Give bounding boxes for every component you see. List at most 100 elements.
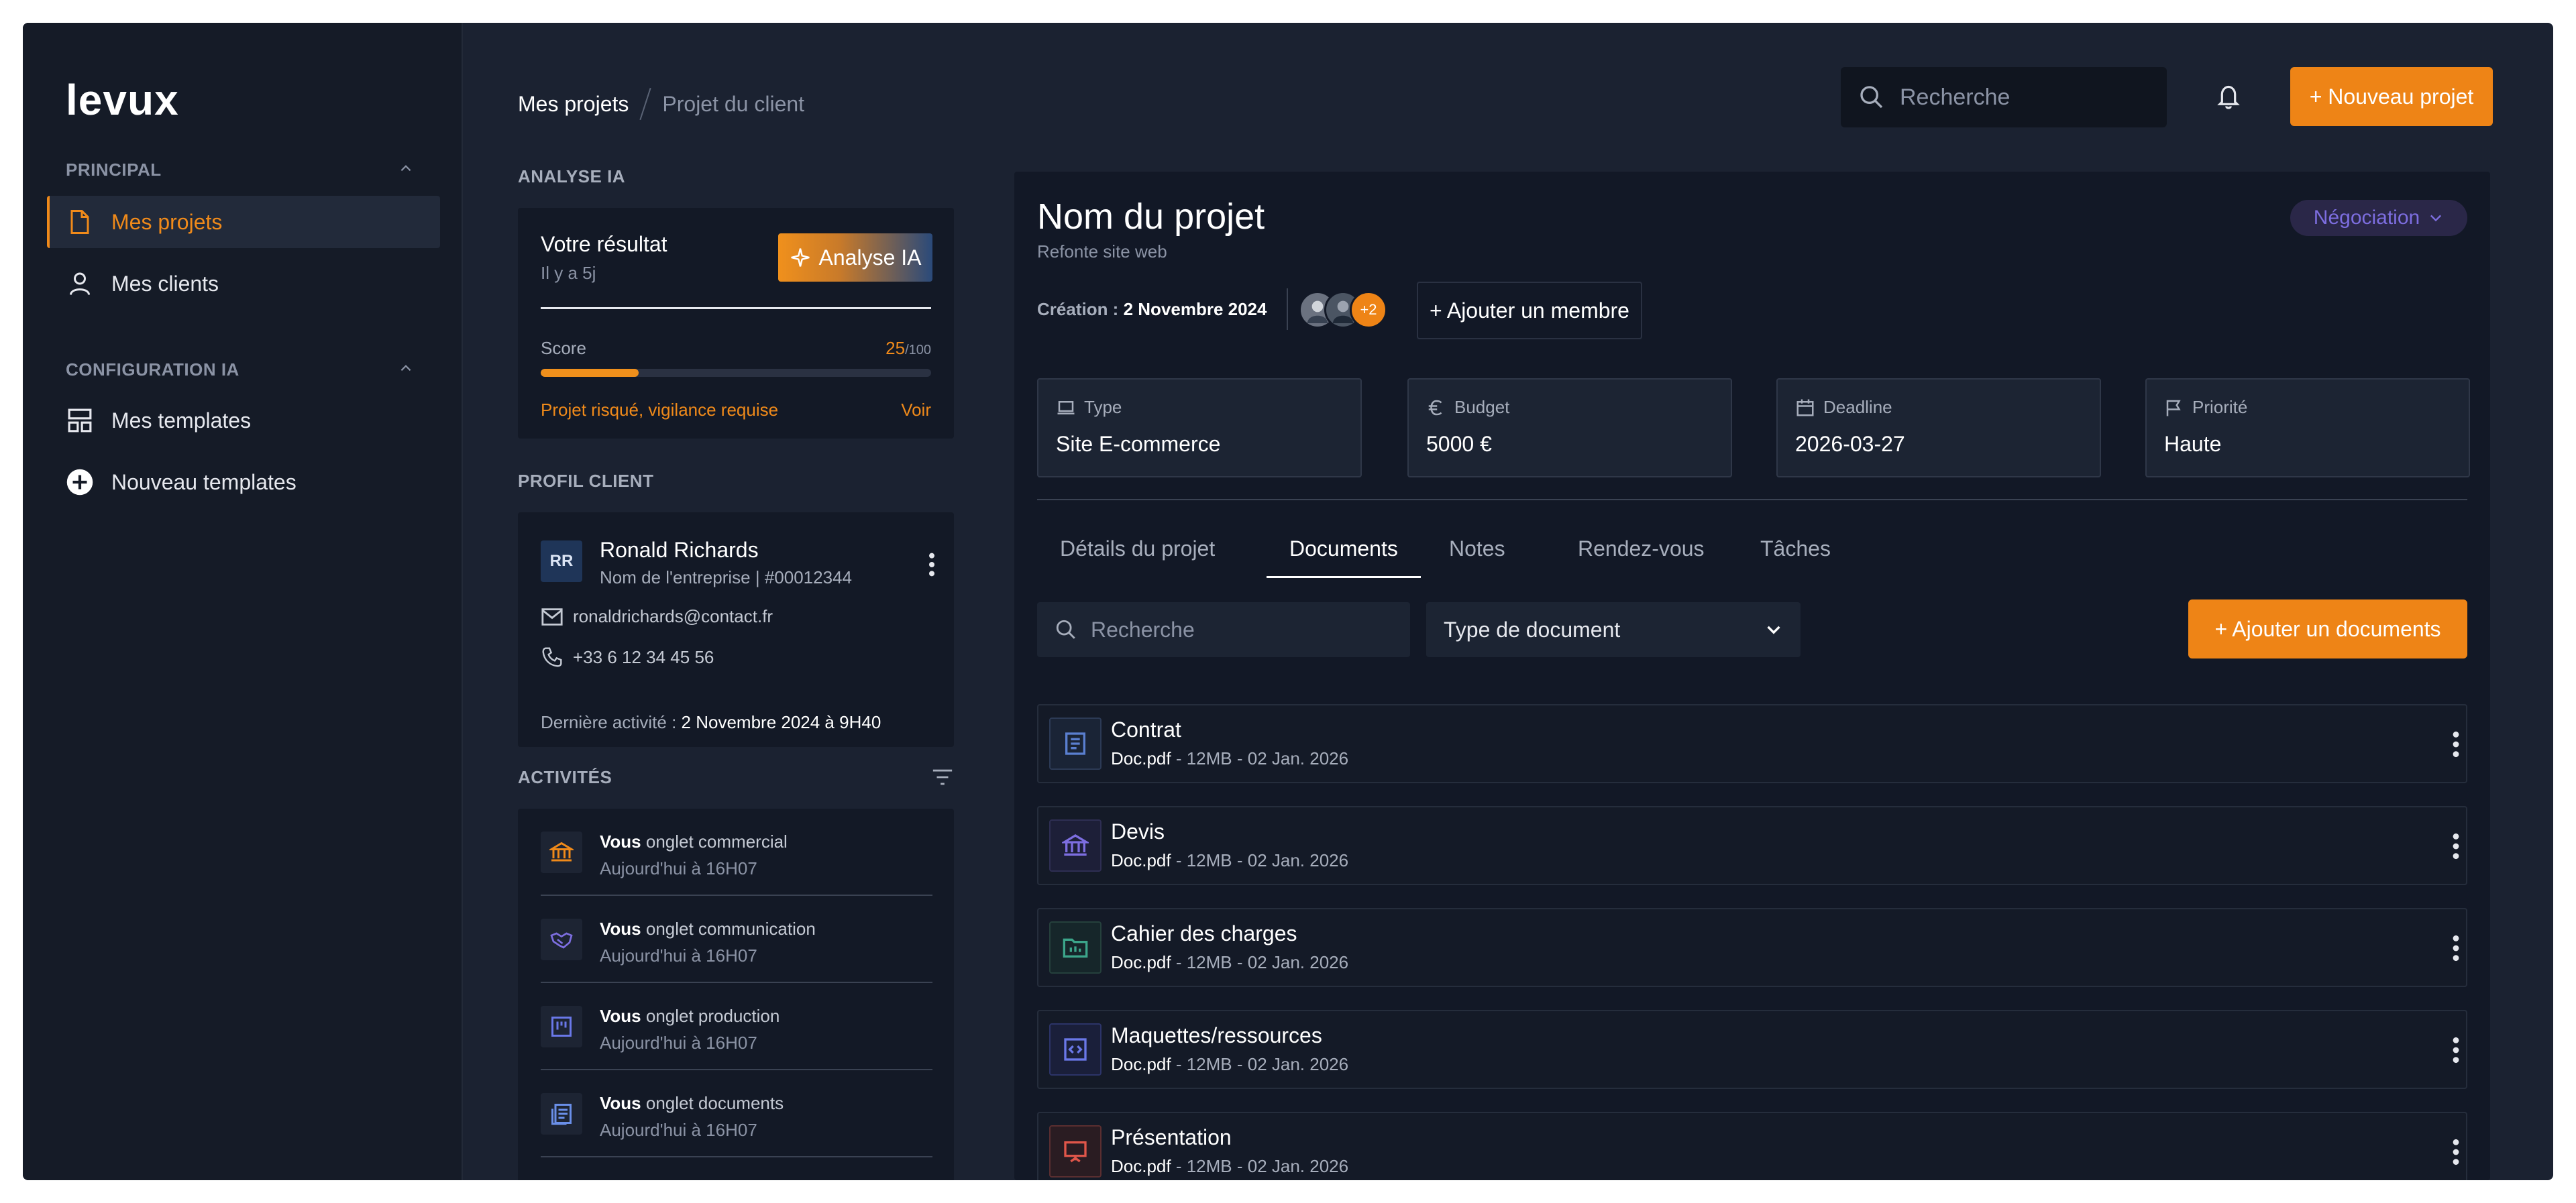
activity-text: Vous onglet documents bbox=[600, 1093, 784, 1114]
breadcrumb-item[interactable]: Mes projets bbox=[518, 92, 629, 117]
meta-label-text: Budget bbox=[1454, 397, 1510, 417]
activity-action: onglet documents bbox=[641, 1093, 784, 1113]
status-label: Négociation bbox=[2313, 207, 2420, 229]
presentation-icon bbox=[1049, 1125, 1102, 1178]
document-meta: Doc.pdf - 12MB - 02 Jan. 2026 bbox=[1111, 748, 1348, 769]
more-vertical-icon[interactable] bbox=[2451, 730, 2461, 759]
activity-time: Aujourd'hui à 16H07 bbox=[600, 946, 757, 966]
status-badge[interactable]: Négociation bbox=[2290, 200, 2467, 236]
ai-result-ago: Il y a 5j bbox=[541, 263, 596, 283]
document-meta: Doc.pdf - 12MB - 02 Jan. 2026 bbox=[1111, 952, 1348, 973]
flag-icon bbox=[2166, 400, 2181, 416]
meta-budget: Budget 5000 € bbox=[1407, 378, 1732, 477]
document-type-select[interactable]: Type de document bbox=[1426, 602, 1801, 657]
document-row[interactable]: Présentation Doc.pdf - 12MB - 02 Jan. 20… bbox=[1037, 1112, 2467, 1180]
document-file: Doc.pdf bbox=[1111, 952, 1171, 972]
score-bar-fill bbox=[541, 369, 639, 377]
meta-label: Type bbox=[1056, 397, 1122, 418]
kanban-icon bbox=[541, 1006, 582, 1047]
client-phone-row: +33 6 12 34 45 56 bbox=[541, 646, 714, 668]
ai-analysis-button[interactable]: Analyse IA bbox=[778, 233, 932, 282]
document-name: Contrat bbox=[1111, 718, 1181, 742]
code-icon bbox=[1049, 1023, 1102, 1076]
calendar-icon bbox=[1796, 399, 1814, 416]
search-icon bbox=[1056, 620, 1075, 639]
last-activity-value: 2 Novembre 2024 à 9H40 bbox=[681, 712, 881, 732]
breadcrumb-item[interactable]: Projet du client bbox=[662, 92, 804, 117]
global-search[interactable] bbox=[1841, 67, 2167, 127]
tab-notes[interactable]: Notes bbox=[1426, 536, 1528, 578]
activity-action: onglet production bbox=[641, 1006, 780, 1026]
activity-item[interactable]: Vous onglet documents Aujourd'hui à 16H0… bbox=[541, 1070, 932, 1157]
meta-label-text: Deadline bbox=[1823, 397, 1892, 417]
client-email[interactable]: ronaldrichards@contact.fr bbox=[573, 606, 773, 627]
activity-item[interactable]: Vous onglet communication Aujourd'hui à … bbox=[541, 896, 932, 983]
activity-action: onglet communication bbox=[641, 919, 816, 939]
activity-text: Vous onglet production bbox=[600, 1006, 780, 1027]
activity-text: Vous onglet commercial bbox=[600, 832, 788, 852]
document-file: Doc.pdf bbox=[1111, 748, 1171, 768]
more-vertical-icon[interactable] bbox=[2451, 1137, 2461, 1167]
score-bar bbox=[541, 369, 931, 377]
meta-value: 2026-03-27 bbox=[1795, 432, 1905, 456]
bell-icon[interactable] bbox=[2212, 80, 2245, 113]
activity-time: Aujourd'hui à 16H07 bbox=[600, 1120, 757, 1140]
tab-tasks[interactable]: Tâches bbox=[1737, 536, 1854, 578]
more-vertical-icon[interactable] bbox=[2451, 1035, 2461, 1065]
add-member-button[interactable]: + Ajouter un membre bbox=[1417, 282, 1642, 339]
document-meta: Doc.pdf - 12MB - 02 Jan. 2026 bbox=[1111, 1054, 1348, 1075]
created-value: 2 Novembre 2024 bbox=[1123, 299, 1267, 319]
activities-card: Vous onglet commercial Aujourd'hui à 16H… bbox=[518, 809, 954, 1180]
activity-time: Aujourd'hui à 16H07 bbox=[600, 858, 757, 878]
score-max: /100 bbox=[905, 343, 931, 357]
document-row[interactable]: Cahier des charges Doc.pdf - 12MB - 02 J… bbox=[1037, 908, 2467, 987]
risk-text: Projet risqué, vigilance requise bbox=[541, 400, 779, 420]
document-info: - 12MB - 02 Jan. 2026 bbox=[1171, 1054, 1349, 1074]
created-label: Création : bbox=[1037, 299, 1124, 319]
new-project-button[interactable]: + Nouveau projet bbox=[2290, 67, 2493, 126]
more-vertical-icon[interactable] bbox=[927, 551, 936, 578]
meta-type: Type Site E-commerce bbox=[1037, 378, 1362, 477]
score-label: Score bbox=[541, 338, 586, 358]
see-link[interactable]: Voir bbox=[901, 400, 931, 420]
add-document-button[interactable]: + Ajouter un documents bbox=[2188, 599, 2467, 658]
document-search[interactable] bbox=[1037, 602, 1410, 657]
document-meta: Doc.pdf - 12MB - 02 Jan. 2026 bbox=[1111, 1156, 1348, 1177]
client-phone[interactable]: +33 6 12 34 45 56 bbox=[573, 647, 714, 668]
document-search-input[interactable] bbox=[1091, 617, 1399, 642]
folder-icon bbox=[1049, 921, 1102, 974]
laptop-icon bbox=[1057, 400, 1075, 414]
meta-value: Site E-commerce bbox=[1056, 432, 1221, 456]
document-row[interactable]: Contrat Doc.pdf - 12MB - 02 Jan. 2026 bbox=[1037, 704, 2467, 783]
document-row[interactable]: Maquettes/ressources Doc.pdf - 12MB - 02… bbox=[1037, 1010, 2467, 1089]
document-row[interactable]: Devis Doc.pdf - 12MB - 02 Jan. 2026 bbox=[1037, 806, 2467, 885]
document-name: Cahier des charges bbox=[1111, 921, 1297, 946]
tab-details[interactable]: Détails du projet bbox=[1037, 536, 1238, 578]
activity-item[interactable]: Vous onglet production Aujourd'hui à 16H… bbox=[541, 983, 932, 1070]
mail-icon bbox=[541, 608, 563, 626]
activity-item[interactable]: Vous onglet commercial Aujourd'hui à 16H… bbox=[541, 809, 932, 896]
euro-icon bbox=[1428, 400, 1442, 415]
ai-analysis-card: Votre résultat Il y a 5j Analyse IA Scor… bbox=[518, 208, 954, 439]
tab-appointments[interactable]: Rendez-vous bbox=[1555, 536, 1727, 578]
search-input[interactable] bbox=[1900, 84, 2155, 111]
document-name: Devis bbox=[1111, 819, 1165, 844]
divider bbox=[1287, 288, 1288, 330]
phone-icon bbox=[542, 647, 562, 667]
breadcrumb-separator bbox=[639, 87, 652, 121]
meta-label: Priorité bbox=[2164, 397, 2247, 418]
bank-icon bbox=[1049, 819, 1102, 872]
meta-value: 5000 € bbox=[1426, 432, 1492, 456]
more-vertical-icon[interactable] bbox=[2451, 933, 2461, 963]
document-file: Doc.pdf bbox=[1111, 1054, 1171, 1074]
document-file: Doc.pdf bbox=[1111, 850, 1171, 870]
meta-label-text: Priorité bbox=[2192, 397, 2248, 417]
meta-label: Budget bbox=[1426, 397, 1509, 418]
tab-documents[interactable]: Documents bbox=[1267, 536, 1421, 578]
members-extra-count[interactable]: +2 bbox=[1350, 291, 1387, 329]
chevron-down-icon bbox=[1767, 626, 1780, 634]
more-vertical-icon[interactable] bbox=[2451, 832, 2461, 861]
filter-icon[interactable] bbox=[931, 767, 954, 787]
project-created: Création : 2 Novembre 2024 bbox=[1037, 299, 1267, 320]
documents-icon bbox=[541, 1093, 582, 1135]
